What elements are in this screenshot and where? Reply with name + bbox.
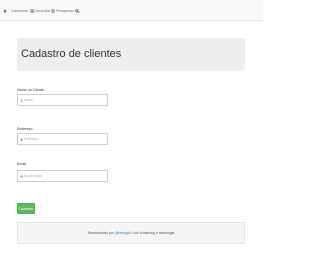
- email-field[interactable]: Email válido: [17, 170, 108, 182]
- navbar: Cadastrar Consultar Pesquisar: [0, 0, 263, 21]
- home-icon: [3, 9, 7, 13]
- name-placeholder: Nome: [24, 98, 34, 102]
- address-field[interactable]: Endereço: [17, 133, 108, 145]
- address-placeholder: Endereço: [24, 137, 39, 141]
- page-title: Cadastro de clientes: [21, 48, 122, 60]
- list-icon: [51, 9, 55, 13]
- nav-consultar[interactable]: Consultar: [33, 7, 55, 15]
- nav-cadastrar[interactable]: Cadastrar: [11, 7, 34, 15]
- email-label: Email:: [17, 162, 27, 166]
- refresh-button[interactable]: [76, 7, 82, 15]
- page-header: Cadastro de clientes: [17, 38, 245, 71]
- nav-pesquisar-label: Pesquisar: [56, 8, 74, 13]
- nav-cadastrar-label: Cadastrar: [11, 8, 29, 13]
- home-link[interactable]: [3, 7, 9, 15]
- email-placeholder: Email válido: [24, 174, 43, 178]
- envelope-icon: [20, 174, 23, 177]
- footer-prefix: Desenvolvido por: [87, 231, 114, 235]
- footer-suffix: Luiz Armstrong e tecnologia: [132, 231, 175, 235]
- address-label: Endereço:: [17, 127, 34, 131]
- user-icon: [20, 98, 23, 102]
- name-field[interactable]: Nome: [17, 94, 108, 106]
- refresh-icon: [76, 9, 80, 13]
- footer: Desenvolvido por @bertoglio Luiz Armstro…: [17, 222, 245, 244]
- nav-consultar-label: Consultar: [33, 8, 51, 13]
- name-label: Nome do Cliente:: [17, 88, 45, 92]
- footer-link[interactable]: @bertoglio: [115, 231, 131, 235]
- submit-button[interactable]: Cadastrar: [17, 203, 35, 214]
- home-icon: [20, 137, 23, 141]
